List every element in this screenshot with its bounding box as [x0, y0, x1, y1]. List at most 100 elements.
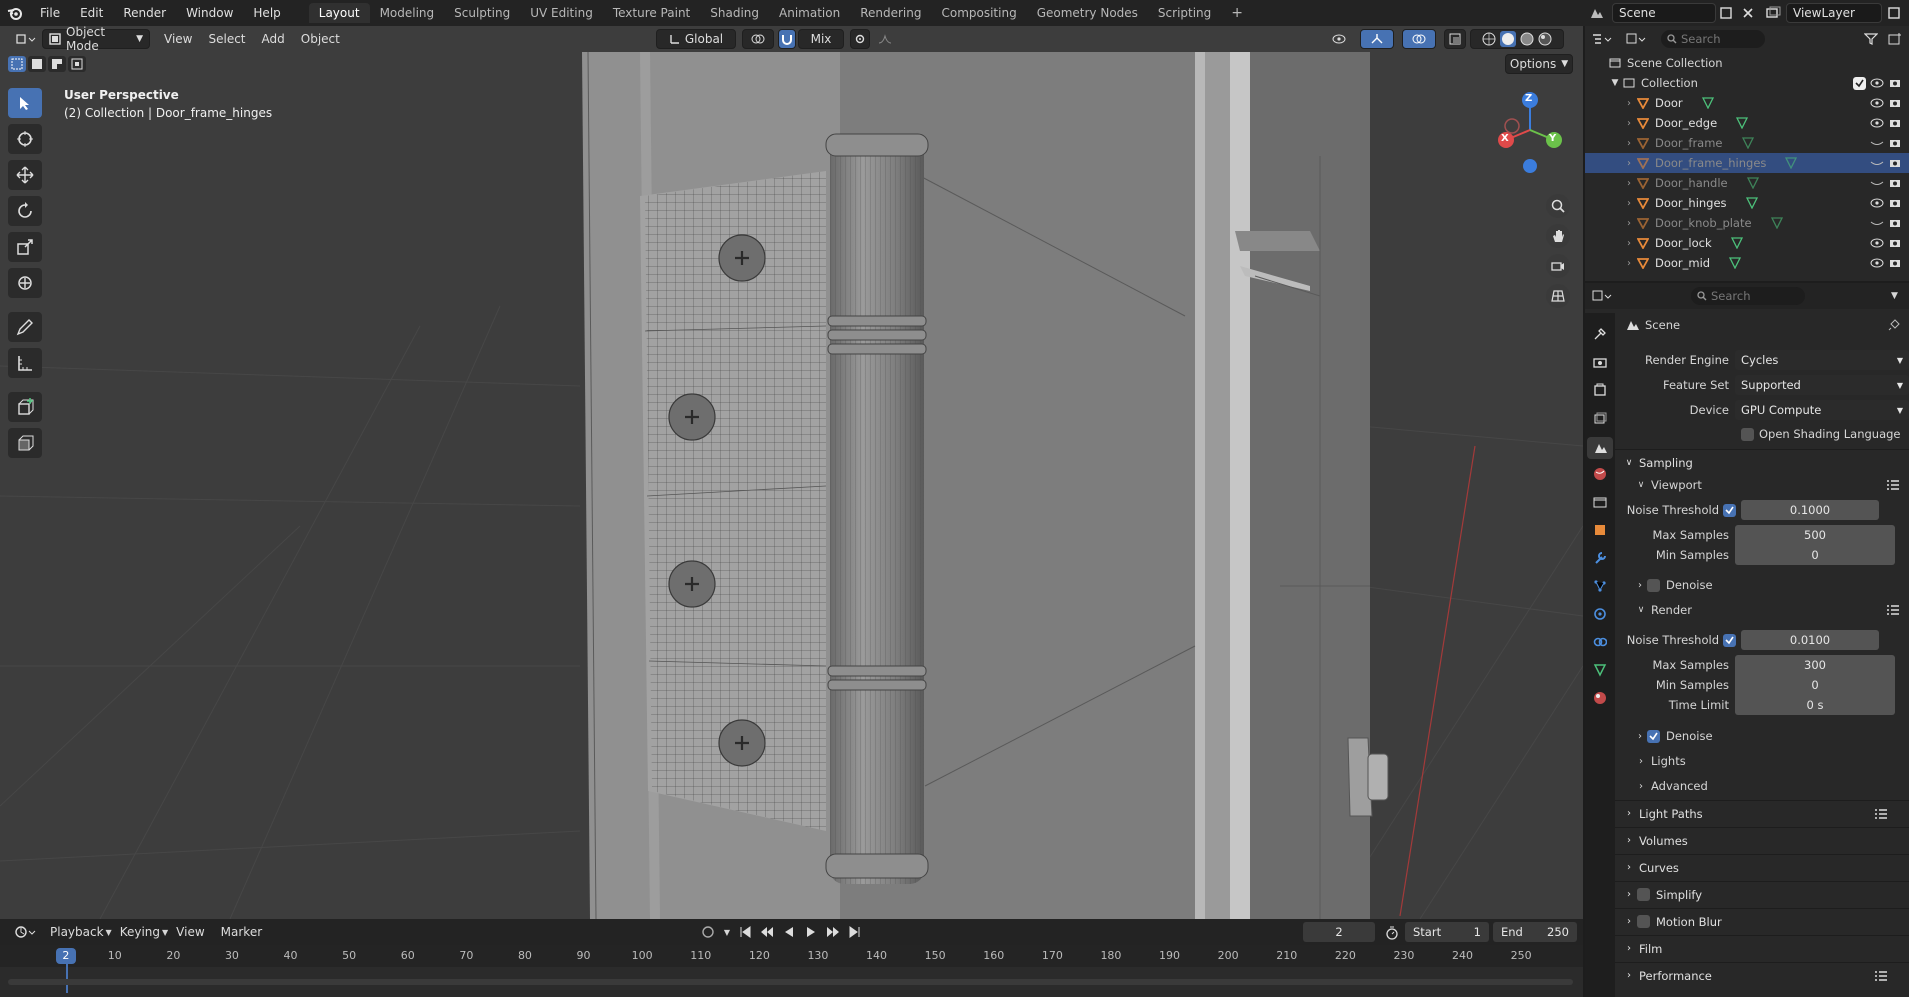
auto-keying-icon[interactable] [698, 922, 718, 942]
timeline-editor-type-button[interactable] [8, 922, 42, 942]
play-reverse-icon[interactable] [780, 922, 798, 942]
select-extend-icon[interactable] [28, 56, 46, 72]
eye-icon[interactable] [1869, 118, 1885, 128]
tab-rendering[interactable]: Rendering [850, 3, 931, 23]
filter-icon[interactable] [1859, 30, 1883, 48]
r-max-field[interactable]: 300 [1735, 655, 1895, 675]
constraints-tab-icon[interactable] [1591, 633, 1609, 651]
visibility-dropdown[interactable] [1326, 29, 1352, 49]
chevron-right-icon[interactable]: › [1623, 238, 1635, 249]
proportional-edit-toggle[interactable] [850, 29, 870, 49]
tab-modeling[interactable]: Modeling [370, 3, 445, 23]
end-frame-field[interactable]: End 250 [1493, 922, 1577, 942]
cursor-tool[interactable] [8, 124, 42, 154]
viewport-menu-view[interactable]: View [156, 32, 200, 46]
view-layer-icon[interactable] [1762, 4, 1784, 22]
chevron-down-icon[interactable]: ▼ [1891, 291, 1898, 301]
outliner-search[interactable]: Search [1661, 30, 1765, 48]
timeline-menu-keying[interactable]: Keying [112, 925, 168, 939]
presets-list-icon[interactable] [1873, 808, 1889, 820]
outliner-editor-type-icon[interactable] [1585, 28, 1619, 50]
simplify-checkbox[interactable] [1637, 888, 1650, 901]
jump-end-icon[interactable] [846, 922, 864, 942]
outliner-item[interactable]: › Door [1585, 93, 1909, 113]
camera-icon[interactable] [1887, 138, 1903, 148]
vp-noise-field[interactable]: 0.1000 [1741, 500, 1879, 520]
timeline-menu-marker[interactable]: Marker [213, 925, 270, 939]
new-view-layer-icon[interactable] [1884, 4, 1904, 22]
camera-icon[interactable] [1887, 118, 1903, 128]
chevron-right-icon[interactable]: › [1623, 158, 1635, 169]
outliner-item[interactable]: › Door_knob_plate [1585, 213, 1909, 233]
world-tab-icon[interactable] [1591, 465, 1609, 483]
outliner-item[interactable]: › Door_hinges [1585, 193, 1909, 213]
play-icon[interactable] [802, 922, 820, 942]
pan-hand-icon[interactable] [1546, 224, 1570, 248]
chevron-right-icon[interactable]: › [1623, 98, 1635, 109]
rotate-tool[interactable] [8, 196, 42, 226]
view-layer-tab-icon[interactable] [1591, 409, 1609, 427]
camera-icon[interactable] [1887, 158, 1903, 168]
tab-texture-paint[interactable]: Texture Paint [603, 3, 700, 23]
eye-hidden-icon[interactable] [1869, 158, 1885, 168]
light-paths-panel[interactable]: › Light Paths [1615, 800, 1909, 826]
outliner-item[interactable]: › Door_mid [1585, 253, 1909, 273]
r-denoise-row[interactable]: › Denoise [1615, 725, 1909, 747]
tab-uv-editing[interactable]: UV Editing [520, 3, 603, 23]
scene-collection-row[interactable]: Scene Collection [1585, 53, 1909, 73]
material-tab-icon[interactable] [1591, 689, 1609, 707]
tool-tab-icon[interactable] [1591, 325, 1609, 343]
vp-denoise-row[interactable]: › Denoise [1615, 574, 1909, 596]
timeline-ruler[interactable]: 2 10 20 30 40 50 60 70 80 90 100 110 120 130 140 150 160… [0, 945, 1583, 997]
wireframe-shading-icon[interactable] [1482, 32, 1496, 46]
xray-toggle[interactable] [1444, 29, 1466, 49]
menu-file[interactable]: File [30, 0, 70, 26]
outliner-item[interactable]: › Door_edge [1585, 113, 1909, 133]
presets-list-icon[interactable] [1885, 479, 1901, 491]
scene-selector[interactable]: Scene [1612, 3, 1716, 23]
vp-denoise-checkbox[interactable] [1647, 578, 1660, 592]
stopwatch-icon[interactable] [1383, 924, 1401, 942]
scale-tool[interactable] [8, 232, 42, 262]
device-dropdown[interactable]: GPU Compute ▼ [1735, 400, 1909, 420]
collection-exclude-checkbox[interactable] [1853, 76, 1866, 90]
tab-compositing[interactable]: Compositing [931, 3, 1026, 23]
timeline-menu-playback[interactable]: Playback [42, 925, 112, 939]
menu-window[interactable]: Window [176, 0, 243, 26]
chevron-down-icon[interactable]: ▼ [1609, 78, 1621, 88]
gizmo-toggle[interactable] [1360, 29, 1394, 49]
outliner-item[interactable]: › Door_handle [1585, 173, 1909, 193]
r-noise-field[interactable]: 0.0100 [1741, 630, 1879, 650]
outliner-item[interactable]: › Door_frame [1585, 133, 1909, 153]
snap-toggle[interactable] [778, 29, 796, 49]
shading-modes[interactable] [1470, 29, 1564, 49]
3d-viewport[interactable]: Object Mode ▼ View Select Add Object Glo… [0, 26, 1583, 919]
presets-list-icon[interactable] [1885, 604, 1901, 616]
eye-icon[interactable] [1869, 258, 1885, 268]
menu-render[interactable]: Render [113, 0, 176, 26]
timeline-menu-view[interactable]: View [168, 925, 212, 939]
vp-max-field[interactable]: 500 [1735, 525, 1895, 545]
start-frame-field[interactable]: Start 1 [1405, 922, 1489, 942]
tab-scripting[interactable]: Scripting [1148, 3, 1221, 23]
outliner-item[interactable]: › Door_frame_hinges [1585, 153, 1909, 173]
sampling-panel-header[interactable]: ∨ Sampling [1615, 449, 1909, 475]
film-panel[interactable]: › Film [1615, 935, 1909, 961]
performance-panel[interactable]: › Performance [1615, 962, 1909, 988]
transform-tool[interactable] [8, 268, 42, 298]
output-tab-icon[interactable] [1591, 381, 1609, 399]
motion-blur-panel[interactable]: › Motion Blur [1615, 908, 1909, 934]
camera-icon[interactable] [1887, 258, 1903, 268]
eye-icon[interactable] [1869, 78, 1885, 88]
add-workspace-icon[interactable]: + [1221, 3, 1253, 23]
physics-tab-icon[interactable] [1591, 605, 1609, 623]
select-intersect-icon[interactable] [68, 56, 86, 72]
camera-icon[interactable] [1887, 238, 1903, 248]
extrude-tool[interactable] [8, 428, 42, 458]
particles-tab-icon[interactable] [1591, 577, 1609, 595]
menu-help[interactable]: Help [243, 0, 290, 26]
eye-icon[interactable] [1869, 238, 1885, 248]
camera-icon[interactable] [1887, 98, 1903, 108]
material-shading-icon[interactable] [1520, 32, 1534, 46]
new-scene-icon[interactable] [1716, 4, 1736, 22]
